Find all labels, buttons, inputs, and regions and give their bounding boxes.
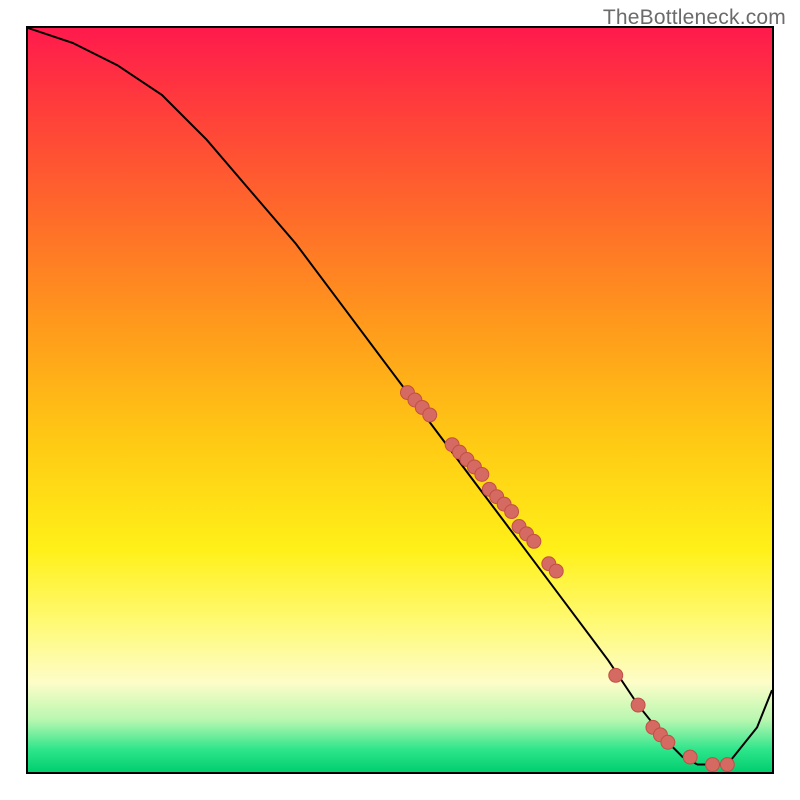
scatter-dot — [609, 668, 623, 682]
plot-frame — [26, 26, 774, 774]
scatter-dot — [475, 467, 489, 481]
scatter-dot — [683, 750, 697, 764]
chart-canvas: TheBottleneck.com — [0, 0, 800, 800]
scatter-dot — [631, 698, 645, 712]
scatter-dot — [505, 505, 519, 519]
plot-svg-layer — [28, 28, 772, 772]
scatter-dot — [423, 408, 437, 422]
scatter-points-group — [400, 386, 734, 772]
bottleneck-curve — [28, 28, 772, 765]
scatter-dot — [661, 735, 675, 749]
scatter-dot — [720, 758, 734, 772]
scatter-dot — [706, 758, 720, 772]
scatter-dot — [527, 534, 541, 548]
scatter-dot — [549, 564, 563, 578]
